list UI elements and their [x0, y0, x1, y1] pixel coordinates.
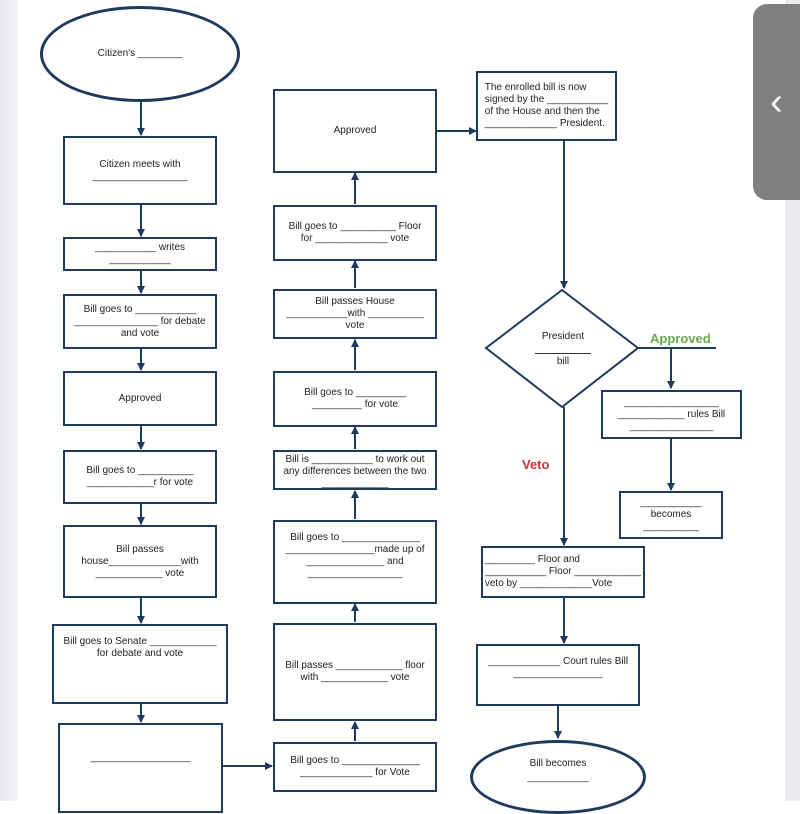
box-text: Bill is ___________ to work out any diff… — [283, 454, 427, 489]
box-text: Bill goes to __________ Floor for ______… — [288, 221, 422, 244]
diamond-blank — [535, 353, 591, 354]
back-tab-button[interactable]: ‹ — [753, 4, 800, 200]
box-approved-1: Approved — [63, 371, 217, 426]
veto-label: Veto — [522, 457, 550, 472]
box-conference-committee: Bill goes to ______________ ____________… — [273, 520, 437, 604]
box-text: The enrolled bill is now signed by the _… — [484, 82, 609, 129]
box-text: Bill goes to ______________ ____________… — [290, 755, 420, 778]
end-node-bill-becomes: Bill becomes ___________ — [470, 740, 646, 814]
box-text: __________________ — [90, 752, 191, 763]
box-text: ___________ writes ___________ — [94, 242, 186, 265]
box-text: _____________ Court rules Bill _________… — [487, 656, 629, 679]
end-text: Bill becomes ___________ — [527, 758, 589, 783]
box-text: _________ Floor and ___________ Floor __… — [484, 554, 642, 589]
box-bill-goes-debate: Bill goes to ___________ _______________… — [63, 294, 217, 349]
start-node-citizens: Citizen's ________ — [40, 6, 240, 102]
box-text: _________________ ____________ rules Bil… — [617, 396, 726, 432]
box-writes: ___________ writes ___________ — [63, 237, 217, 271]
approved-label: Approved — [650, 331, 711, 346]
box-bill-is-sent: Bill is ___________ to work out any diff… — [273, 450, 437, 490]
box-bill-passes-house: Bill passes house_____________with _____… — [63, 525, 217, 598]
box-text: Bill passes House ___________with ______… — [286, 296, 424, 331]
box-approved-2: Approved — [273, 89, 437, 173]
box-text: Bill passes ____________ floor with ____… — [285, 660, 425, 683]
box-text: Bill goes to ___________ _______________… — [74, 303, 206, 339]
left-margin — [0, 0, 18, 801]
box-court-rules: _____________ Court rules Bill _________… — [476, 644, 640, 706]
box-text: Bill goes to _________ _________ for vot… — [304, 387, 406, 410]
box-veto-override: _________ Floor and ___________ Floor __… — [481, 546, 645, 598]
box-rules-bill: _________________ ____________ rules Bil… — [601, 390, 742, 439]
box-blank: __________________ — [58, 723, 223, 813]
chevron-left-icon: ‹ — [770, 80, 783, 123]
box-bill-goes-vote: Bill goes to __________ ____________r fo… — [63, 450, 217, 504]
box-bill-goes-for-vote: Bill goes to ______________ ____________… — [273, 742, 437, 792]
box-bill-goes-senate: Bill goes to Senate ____________ for deb… — [52, 624, 228, 704]
box-text: Bill passes house_____________with _____… — [81, 543, 199, 579]
box-enrolled-bill: The enrolled bill is now signed by the _… — [476, 71, 617, 141]
box-text: Bill goes to ______________ ____________… — [285, 532, 425, 579]
box-becomes: ___________ becomes __________ — [619, 491, 723, 539]
diamond-sub: bill — [556, 356, 570, 367]
box-bill-passes-house-2: Bill passes House ___________with ______… — [273, 289, 437, 339]
box-text: Approved — [333, 125, 377, 136]
box-text: Bill goes to Senate ____________ for deb… — [63, 636, 217, 659]
diamond-title: President — [541, 331, 585, 342]
box-citizen-meets: Citizen meets with _________________ — [63, 136, 217, 205]
box-text: Citizen meets with _________________ — [92, 158, 188, 182]
box-bill-goes-for-vote-2: Bill goes to _________ _________ for vot… — [273, 371, 437, 427]
box-bill-goes-floor: Bill goes to __________ Floor for ______… — [273, 205, 437, 261]
start-text: Citizen's ________ — [97, 48, 183, 59]
box-text: Bill goes to __________ ____________r fo… — [86, 465, 194, 488]
box-bill-passes-floor: Bill passes ____________ floor with ____… — [273, 623, 437, 721]
box-text: ___________ becomes __________ — [640, 497, 702, 532]
box-text: Approved — [118, 392, 162, 404]
